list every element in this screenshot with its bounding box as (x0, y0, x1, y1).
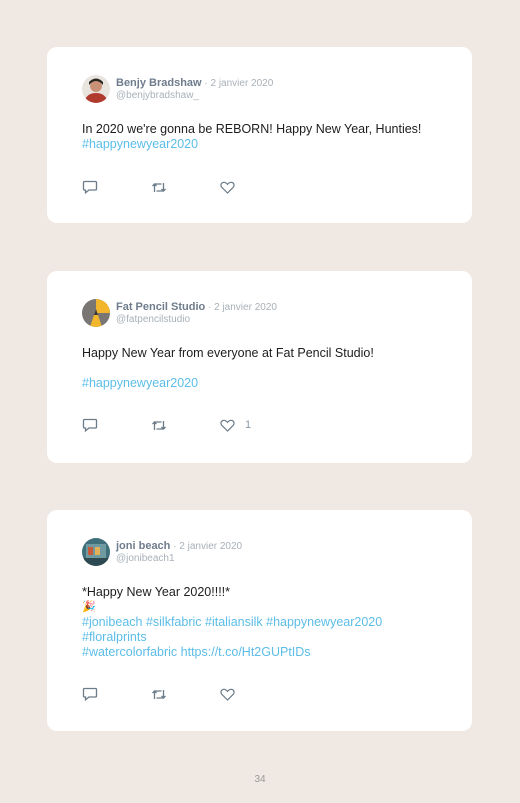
tweet-meta: Fat Pencil Studio · 2 janvier 2020 @fatp… (116, 301, 277, 326)
separator: · (205, 302, 215, 313)
tweet-date[interactable]: 2 janvier 2020 (210, 78, 273, 89)
like-icon (220, 688, 235, 701)
tweet-text-body: *Happy New Year 2020!!!!* (82, 585, 231, 599)
tweet-actions: 1 (82, 418, 304, 432)
retweet-button[interactable] (151, 181, 167, 194)
author-handle[interactable]: @benjybradshaw_ (116, 90, 273, 102)
author-handle[interactable]: @jonibeach1 (116, 553, 242, 565)
author-name[interactable]: Benjy Bradshaw (116, 77, 202, 89)
tweet-header: joni beach · 2 janvier 2020 @jonibeach1 (82, 538, 242, 566)
tweet-actions (82, 180, 298, 194)
retweet-icon (152, 420, 166, 430)
hashtag-and-url-link[interactable]: #watercolorfabric https://t.co/Ht2GUPtID… (82, 645, 447, 660)
like-button[interactable]: 1 (220, 419, 251, 432)
author-name[interactable]: Fat Pencil Studio (116, 301, 205, 313)
tweet-text: In 2020 we're gonna be REBORN! Happy New… (82, 122, 447, 152)
hashtag-links[interactable]: #jonibeach #silkfabric #italiansilk #hap… (82, 615, 447, 630)
tweet-card-1: Benjy Bradshaw · 2 janvier 2020 @benjybr… (47, 47, 472, 223)
avatar[interactable] (82, 75, 110, 103)
tweet-card-2: Fat Pencil Studio · 2 janvier 2020 @fatp… (47, 271, 472, 463)
like-icon (220, 419, 235, 432)
retweet-button[interactable] (151, 419, 167, 432)
separator: · (170, 541, 180, 552)
avatar[interactable] (82, 538, 110, 566)
retweet-icon (152, 182, 166, 192)
tweet-text: Happy New Year from everyone at Fat Penc… (82, 346, 447, 391)
hashtag-link[interactable]: #happynewyear2020 (82, 376, 447, 391)
tweet-header: Fat Pencil Studio · 2 janvier 2020 @fatp… (82, 299, 277, 327)
author-handle[interactable]: @fatpencilstudio (116, 314, 277, 326)
tweet-date[interactable]: 2 janvier 2020 (214, 302, 277, 313)
reply-button[interactable] (82, 687, 98, 701)
tweet-header: Benjy Bradshaw · 2 janvier 2020 @benjybr… (82, 75, 273, 103)
hashtag-link[interactable]: #floralprints (82, 630, 447, 645)
party-popper-emoji: 🎉 (82, 601, 96, 613)
tweet-text-body: In 2020 we're gonna be REBORN! Happy New… (82, 122, 422, 136)
tweet-meta: joni beach · 2 janvier 2020 @jonibeach1 (116, 540, 242, 565)
tweet-actions (82, 687, 298, 701)
retweet-button[interactable] (151, 688, 167, 701)
retweet-icon (152, 689, 166, 699)
hashtag-link[interactable]: #happynewyear2020 (82, 137, 198, 151)
tweet-card-3: joni beach · 2 janvier 2020 @jonibeach1 … (47, 510, 472, 731)
tweet-text-body: Happy New Year from everyone at Fat Penc… (82, 346, 374, 360)
page-number: 34 (254, 774, 266, 785)
reply-icon (82, 180, 98, 194)
like-count: 1 (245, 419, 252, 431)
like-icon (220, 181, 235, 194)
tweet-text: *Happy New Year 2020!!!!* 🎉 #jonibeach #… (82, 585, 447, 660)
reply-button[interactable] (82, 180, 98, 194)
like-button[interactable] (220, 688, 245, 701)
avatar[interactable] (82, 299, 110, 327)
reply-icon (82, 687, 98, 701)
reply-icon (82, 418, 98, 432)
tweet-date[interactable]: 2 janvier 2020 (179, 541, 242, 552)
like-button[interactable] (220, 181, 245, 194)
author-name[interactable]: joni beach (116, 540, 170, 552)
reply-button[interactable] (82, 418, 98, 432)
tweet-meta: Benjy Bradshaw · 2 janvier 2020 @benjybr… (116, 77, 273, 102)
